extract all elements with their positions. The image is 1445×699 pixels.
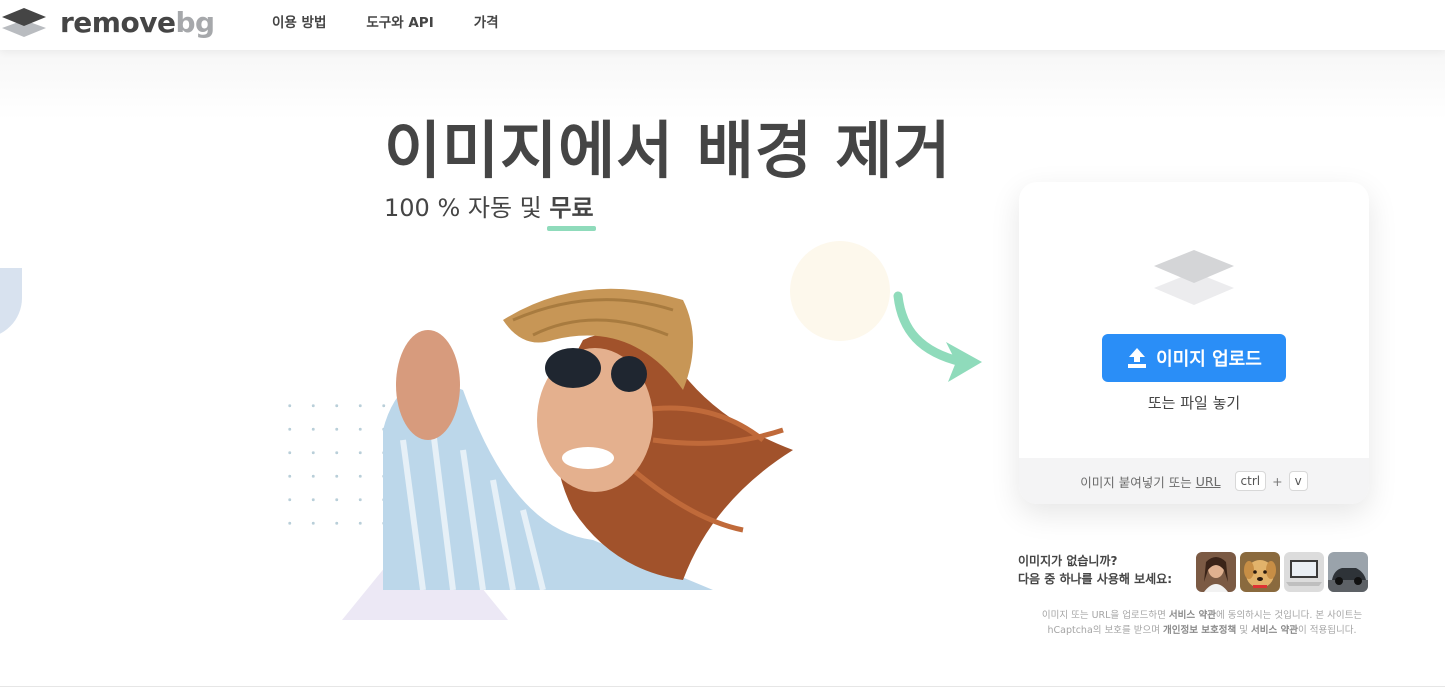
sample-thumb-laptop[interactable] bbox=[1284, 552, 1324, 592]
terms-link-2[interactable]: 서비스 약관 bbox=[1251, 625, 1298, 636]
paste-text: 이미지 붙여넣기 또는 bbox=[1080, 474, 1192, 490]
top-navigation-bar: removebg 이용 방법 도구와 API 가격 bbox=[0, 0, 1445, 50]
nav-pricing[interactable]: 가격 bbox=[474, 14, 499, 32]
samples-line-1: 이미지가 없습니까? bbox=[1018, 554, 1118, 568]
drop-file-text: 또는 파일 놓기 bbox=[1147, 394, 1241, 412]
main-nav: 이용 방법 도구와 API 가격 bbox=[272, 14, 499, 32]
page-title: 이미지에서 배경 제거 bbox=[384, 114, 952, 187]
nav-how-to-use[interactable]: 이용 방법 bbox=[272, 14, 326, 32]
hero-subtitle: 100 % 자동 및 무료 bbox=[384, 188, 596, 231]
url-link[interactable]: URL bbox=[1196, 474, 1221, 489]
terms-link-1[interactable]: 서비스 약관 bbox=[1169, 610, 1216, 621]
plus-sign: + bbox=[1272, 473, 1283, 489]
hero-woman-photo bbox=[383, 288, 793, 590]
sample-thumb-car[interactable] bbox=[1328, 552, 1368, 592]
sample-thumbnails bbox=[1196, 552, 1368, 592]
upload-button-label: 이미지 업로드 bbox=[1156, 349, 1262, 370]
curved-arrow-icon bbox=[893, 291, 982, 382]
logo[interactable]: removebg bbox=[2, 6, 215, 40]
sample-images-section: 이미지가 없습니까? 다음 중 하나를 사용해 보세요: bbox=[1018, 552, 1368, 592]
decorative-circle bbox=[790, 241, 890, 341]
nav-tools-api[interactable]: 도구와 API bbox=[366, 14, 433, 32]
v-key: v bbox=[1288, 471, 1308, 491]
samples-line-2: 다음 중 하나를 사용해 보세요: bbox=[1018, 572, 1172, 586]
layers-icon bbox=[1154, 250, 1234, 305]
ctrl-key: ctrl bbox=[1234, 471, 1267, 491]
free-highlight: 무료 bbox=[547, 188, 596, 231]
upload-card[interactable]: 이미지 업로드 또는 파일 놓기 이미지 붙여넣기 또는 URL ctrl + … bbox=[1019, 182, 1369, 504]
privacy-link[interactable]: 개인정보 보호정책 bbox=[1163, 625, 1236, 636]
sample-thumb-dog[interactable] bbox=[1240, 552, 1280, 592]
logo-layers-icon bbox=[2, 8, 46, 37]
upload-image-button[interactable]: 이미지 업로드 bbox=[1102, 334, 1286, 382]
divider bbox=[0, 686, 1445, 687]
sample-thumb-woman[interactable] bbox=[1196, 552, 1236, 592]
legal-notice: 이미지 또는 URL을 업로드하면 서비스 약관에 동의하시는 것입니다. 본 … bbox=[1041, 610, 1363, 636]
decorative-shape bbox=[0, 268, 22, 338]
paste-bar: 이미지 붙여넣기 또는 URL ctrl + v bbox=[1019, 458, 1369, 504]
upload-icon bbox=[1128, 348, 1147, 368]
logo-text: removebg bbox=[60, 6, 215, 39]
